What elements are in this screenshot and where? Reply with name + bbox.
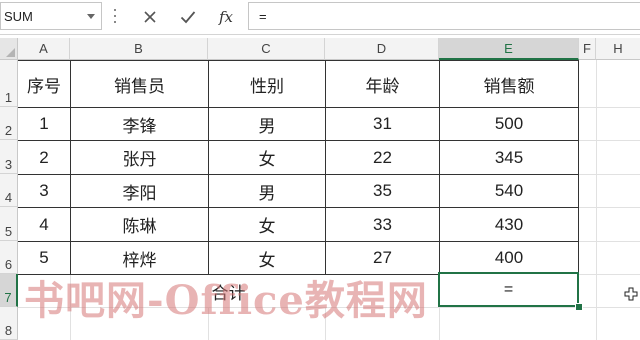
total-label-cell[interactable]: 合计	[18, 275, 439, 307]
gridline	[579, 207, 640, 208]
row-header-3[interactable]: 3	[0, 140, 18, 174]
column-header-e[interactable]: E	[439, 38, 579, 60]
table-cell[interactable]: 1	[18, 108, 70, 140]
name-box[interactable]: SUM	[0, 2, 102, 30]
select-all-button[interactable]	[0, 38, 18, 60]
table-cell[interactable]: 31	[326, 108, 439, 140]
row-header-6[interactable]: 6	[0, 241, 18, 274]
table-cell[interactable]: 5	[18, 242, 70, 274]
table-cell[interactable]: 张丹	[71, 141, 208, 174]
table-cell[interactable]: 22	[326, 141, 439, 174]
gridline	[439, 307, 440, 340]
gridline	[579, 274, 640, 275]
row-header-8[interactable]: 8	[0, 307, 18, 340]
fx-icon: fx	[218, 8, 233, 26]
table-cell[interactable]: 女	[209, 208, 325, 241]
formula-bar-resize-handle[interactable]	[114, 9, 117, 25]
header-cell-age[interactable]: 年龄	[326, 61, 439, 107]
gridline	[579, 241, 640, 242]
column-header-a[interactable]: A	[18, 38, 70, 60]
table-cell[interactable]: 李锋	[71, 108, 208, 140]
formula-text: =	[259, 9, 267, 24]
active-cell-e7[interactable]: =	[438, 272, 579, 307]
column-header-c[interactable]: C	[208, 38, 325, 60]
table-cell[interactable]: 男	[209, 175, 325, 207]
row-header-7[interactable]: 7	[0, 274, 18, 307]
gridline	[18, 307, 640, 308]
row-header-1[interactable]: 1	[0, 60, 18, 107]
header-cell-gender[interactable]: 性别	[209, 61, 325, 107]
insert-function-button[interactable]: fx	[214, 5, 238, 29]
table-cell[interactable]: 梓烨	[71, 242, 208, 274]
gridline	[208, 307, 209, 340]
table-cell[interactable]: 女	[209, 141, 325, 174]
gridline	[579, 107, 640, 108]
fill-handle[interactable]	[575, 303, 583, 311]
enter-button[interactable]	[176, 5, 200, 29]
table-cell[interactable]: 李阳	[71, 175, 208, 207]
column-header-d[interactable]: D	[325, 38, 439, 60]
formula-bar: SUM fx =	[0, 0, 640, 35]
row-header-5[interactable]: 5	[0, 207, 18, 241]
table-cell[interactable]: 女	[209, 242, 325, 274]
table-cell[interactable]: 4	[18, 208, 70, 241]
header-cell-sales[interactable]: 销售额	[440, 61, 578, 107]
header-cell-index[interactable]: 序号	[18, 61, 70, 107]
table-cell[interactable]: 27	[326, 242, 439, 274]
gridline	[579, 174, 640, 175]
enter-check-icon	[180, 11, 196, 24]
cancel-x-icon	[144, 11, 156, 23]
table-cell[interactable]: 345	[440, 141, 578, 174]
table-cell[interactable]: 33	[326, 208, 439, 241]
formula-input[interactable]: =	[248, 2, 640, 30]
table-cell[interactable]: 陈琳	[71, 208, 208, 241]
column-header-h[interactable]: H	[596, 38, 640, 60]
cell-cursor-icon	[624, 287, 638, 301]
header-cell-salesperson[interactable]: 销售员	[71, 61, 208, 107]
chevron-down-icon[interactable]	[87, 14, 95, 19]
table-border	[578, 60, 579, 274]
gridline	[596, 60, 597, 340]
name-box-value: SUM	[4, 9, 33, 24]
table-cell[interactable]: 540	[440, 175, 578, 207]
row-header-4[interactable]: 4	[0, 174, 18, 207]
table-cell[interactable]: 2	[18, 141, 70, 174]
table-cell[interactable]: 男	[209, 108, 325, 140]
table-cell[interactable]: 3	[18, 175, 70, 207]
cancel-button[interactable]	[138, 5, 162, 29]
gridline	[579, 140, 640, 141]
column-header-f[interactable]: F	[579, 38, 596, 60]
table-cell[interactable]: 400	[440, 242, 578, 274]
table-cell[interactable]: 35	[326, 175, 439, 207]
column-header-b[interactable]: B	[70, 38, 208, 60]
table-cell[interactable]: 430	[440, 208, 578, 241]
row-header-2[interactable]: 2	[0, 107, 18, 140]
table-cell[interactable]: 500	[440, 108, 578, 140]
gridline	[325, 307, 326, 340]
